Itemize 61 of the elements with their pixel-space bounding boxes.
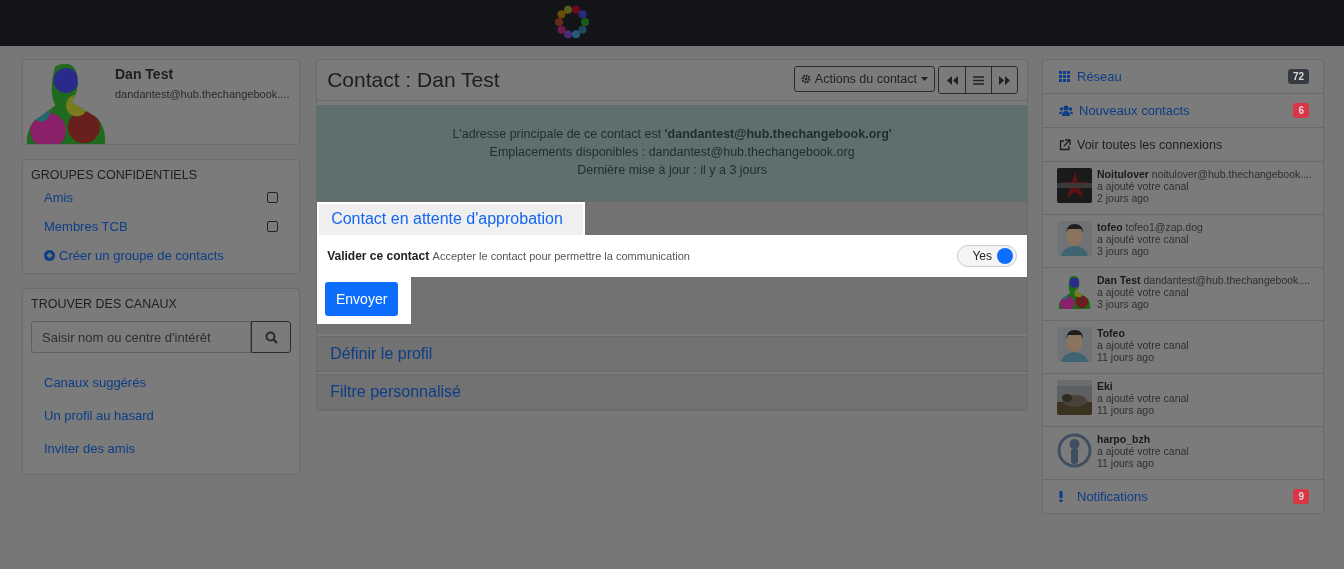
profile-address: dandantest@hub.thechangebook.... — [115, 88, 290, 100]
connection-time: 11 jours ago — [1097, 404, 1155, 416]
create-group-link[interactable]: Créer un groupe de contacts — [44, 248, 279, 263]
external-link-icon — [1059, 138, 1071, 151]
group-link[interactable]: Membres TCB — [44, 219, 128, 234]
nav-link[interactable]: Nouveaux contacts — [1059, 103, 1190, 118]
connection-action: a ajouté votre canal — [1097, 233, 1190, 245]
channel-link[interactable]: Canaux suggérés — [44, 375, 279, 390]
connection-time: 3 jours ago — [1097, 298, 1150, 310]
connection-action: a ajouté votre canal — [1097, 286, 1190, 298]
connection-name[interactable]: Dan Test dandantest@hub.thechangebook.... — [1097, 274, 1309, 286]
exclamation-icon — [1059, 491, 1063, 502]
connection-name[interactable]: Eki — [1097, 380, 1189, 392]
section-header[interactable]: Définir le profil — [317, 336, 1027, 372]
panel-title: Contact : Dan Test — [327, 68, 500, 92]
connection-time: 11 jours ago — [1097, 351, 1155, 363]
search-button[interactable] — [251, 321, 292, 353]
actions-button[interactable]: Actions du contact — [793, 66, 935, 92]
menu-icon — [973, 75, 984, 85]
users-icon — [1059, 105, 1073, 116]
connection-action: a ajouté votre canal — [1097, 180, 1190, 192]
connection-time: 11 jours ago — [1097, 457, 1155, 469]
info-text: Emplacements disponibles : dandantest@hub.thechangebook.org — [489, 145, 855, 159]
card-title: TROUVER DES CANAUX — [30, 296, 178, 311]
rewind-icon — [946, 75, 958, 85]
count-badge: 9 — [1293, 489, 1309, 504]
group-link[interactable]: Amis — [44, 190, 73, 205]
grid-icon — [1059, 71, 1071, 82]
count-badge: 72 — [1287, 69, 1309, 84]
connection-name[interactable]: Noitulover noitulover@hub.thechangebook.... — [1097, 168, 1309, 180]
caret-icon — [921, 77, 928, 81]
nav-link[interactable]: Notifications — [1059, 489, 1148, 504]
search-icon — [264, 330, 278, 344]
checkbox[interactable] — [267, 221, 279, 232]
section-tab[interactable]: Contact en attente d'approbation — [319, 204, 584, 235]
channel-link[interactable]: Inviter des amis — [44, 441, 279, 456]
gear-icon — [800, 74, 811, 84]
connection-action: a ajouté votre canal — [1097, 445, 1189, 457]
info-text: Dernière mise à jour : il y a 3 jours — [577, 163, 767, 177]
connection-action: a ajouté votre canal — [1097, 392, 1189, 404]
nav-link[interactable]: Voir toutes les connexions — [1059, 137, 1223, 152]
checkbox[interactable] — [267, 192, 279, 203]
toggle-switch[interactable]: Yes — [957, 245, 1017, 267]
channel-link[interactable]: Un profil au hasard — [44, 408, 279, 423]
send-button[interactable]: Envoyer — [325, 282, 399, 316]
section-header[interactable]: Filtre personnalisé — [317, 374, 1027, 410]
field-label: Valider ce contact Accepter le contact pour permettre la communication — [327, 249, 690, 263]
fast-forward-icon — [999, 75, 1010, 85]
plus-circle-icon — [44, 250, 55, 261]
card-title: GROUPES CONFIDENTIELS — [30, 167, 198, 182]
profile-name: Dan Test — [115, 66, 175, 82]
connection-time: 3 jours ago — [1097, 245, 1150, 257]
nav-link[interactable]: Réseau — [1059, 69, 1122, 84]
connection-name[interactable]: harpo_bzh — [1097, 433, 1189, 445]
search-field[interactable]: Saisir nom ou centre d'intérêt — [31, 321, 252, 353]
connection-name[interactable]: tofeo tofeo1@zap.dog — [1097, 221, 1203, 233]
count-badge: 6 — [1293, 103, 1309, 118]
info-text: L'adresse principale de ce contact est 'dandantest@hub.thechangebook.org' — [452, 127, 892, 141]
connection-action: a ajouté votre canal — [1097, 339, 1189, 351]
connection-name[interactable]: Tofeo — [1097, 327, 1189, 339]
connection-time: 2 jours ago — [1097, 192, 1150, 204]
